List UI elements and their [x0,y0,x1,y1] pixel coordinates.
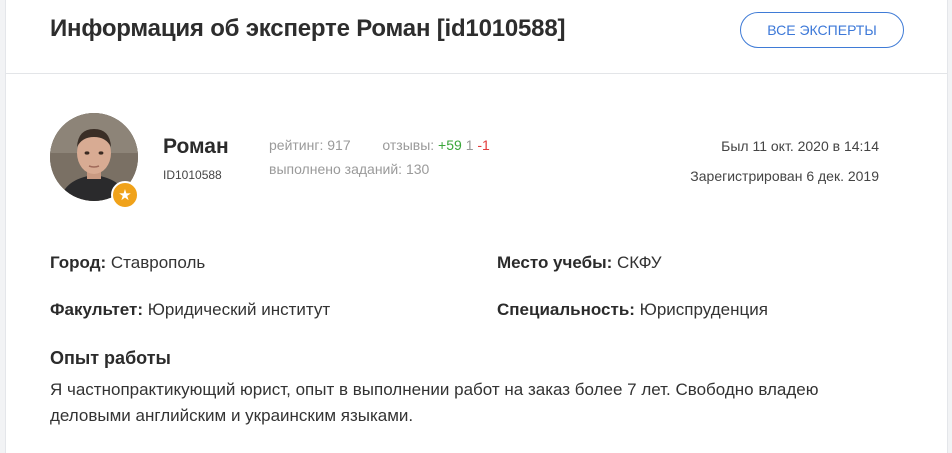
faculty-value: Юридический институт [147,300,331,319]
expert-name: Роман [163,135,229,158]
all-experts-button[interactable]: Все эксперты [740,12,904,48]
tasks-row: выполнено заданий: 130 [269,161,429,177]
experience-title: Опыт работы [50,348,171,368]
rating-value: 917 [327,137,351,153]
reviews-positive[interactable]: +59 [438,137,462,153]
city-field: Город: Ставрополь [50,253,205,273]
star-icon: ★ [111,181,139,209]
faculty-label: Факультет: [50,300,144,319]
experience-text: Я частнопрактикующий юрист, опыт в выпол… [50,380,819,425]
expert-id: ID1010588 [163,168,222,182]
rating-reviews-row: рейтинг: 917 отзывы: +59 1 -1 [269,137,490,153]
specialty-value: Юриспруденция [639,300,768,319]
specialty-field: Специальность: Юриспруденция [497,300,768,320]
tasks-label: выполнено заданий: [269,161,403,177]
tasks-value: 130 [405,161,430,177]
faculty-field: Факультет: Юридический институт [50,300,330,320]
city-value: Ставрополь [110,253,206,272]
page-title: Информация об эксперте Роман [id1010588] [50,15,566,42]
page-header: Информация об эксперте Роман [id1010588]… [6,0,947,74]
reviews-label: отзывы: [382,137,435,153]
registered-date: Зарегистрирован 6 дек. 2019 [690,168,879,184]
study-place-label: Место учебы: [497,253,613,272]
study-place-field: Место учебы: СКФУ [497,253,662,273]
specialty-label: Специальность: [497,300,635,319]
avatar-container: ★ [50,113,140,209]
last-seen: Был 11 окт. 2020 в 14:14 [721,138,879,154]
reviews-negative[interactable]: -1 [477,137,489,153]
expert-card: Информация об эксперте Роман [id1010588]… [5,0,948,453]
city-label: Город: [50,253,107,272]
rating-label: рейтинг: [269,137,324,153]
study-place-value: СКФУ [617,253,662,272]
reviews-neutral[interactable]: 1 [466,137,474,153]
